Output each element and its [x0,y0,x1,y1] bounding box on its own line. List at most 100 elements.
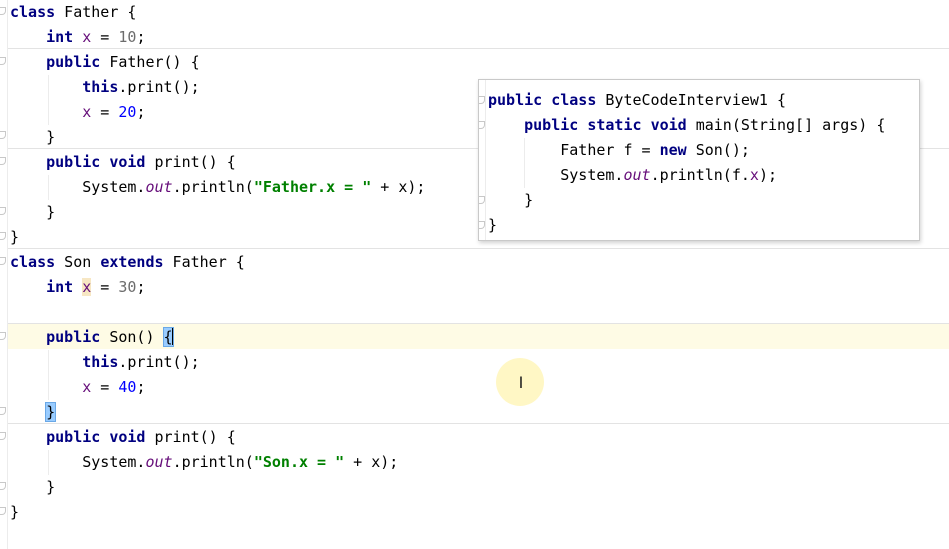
code-line[interactable]: class Son extends Father { [10,250,245,275]
keyword: this [82,78,119,96]
code-line[interactable]: } [488,213,497,238]
code-text: } [46,128,56,146]
code-line[interactable]: } [10,225,19,250]
keyword: new [659,141,687,159]
field-name: x [82,378,92,396]
string-literal: "Father.x = " [253,178,372,196]
code-line[interactable]: public void print() { [10,150,236,175]
keyword: static [587,116,642,134]
code-line[interactable]: } [10,475,55,500]
field-name: x [82,103,92,121]
number-literal: 30 [118,278,137,296]
keyword: this [82,353,119,371]
static-field: out [145,453,173,471]
code-text: Son() [100,328,164,346]
matched-brace: } [45,402,57,422]
code-text: ; [136,378,146,396]
code-text: Father { [163,253,245,271]
code-line[interactable]: x = 20; [10,100,145,125]
code-text: .print(); [118,353,200,371]
field-name-highlighted: x [82,278,92,296]
keyword: public [524,116,579,134]
code-text: = [91,378,119,396]
keyword: class [10,253,56,271]
code-line[interactable]: public class ByteCodeInterview1 { [488,88,786,113]
code-line[interactable]: } [488,188,533,213]
code-text: .println( [172,453,254,471]
code-line[interactable]: System.out.println("Son.x = " + x); [10,450,398,475]
code-text: ByteCodeInterview1 { [596,91,787,109]
keyword: public [46,153,101,171]
number-literal: 40 [118,378,137,396]
code-line[interactable]: } [10,125,55,150]
editor-gutter [0,0,8,549]
field-name: x [82,28,92,46]
code-line[interactable]: Father f = new Son(); [488,138,750,163]
code-text: = [91,103,119,121]
code-text: Son(); [686,141,750,159]
code-line[interactable]: this.print(); [10,350,200,375]
number-literal: 10 [118,28,137,46]
code-line[interactable]: class Father { [10,0,136,25]
code-preview-popup[interactable]: public class ByteCodeInterview1 { public… [478,79,920,241]
keyword: public [46,428,101,446]
code-line[interactable]: System.out.println(f.x); [488,163,777,188]
text-caret [171,328,173,345]
code-text: main(String[] args) { [686,116,886,134]
code-text: } [46,478,56,496]
keyword: class [551,91,597,109]
code-line[interactable]: System.out.println("Father.x = " + x); [10,175,425,200]
code-text: .print(); [118,78,200,96]
code-line[interactable]: int x = 10; [10,25,145,50]
field-name: x [749,166,759,184]
code-text: + x); [371,178,426,196]
code-text: .println(f. [650,166,750,184]
keyword: public [488,91,543,109]
code-text: + x); [344,453,399,471]
code-text: = [91,28,119,46]
method-separator [8,248,949,249]
code-text: ; [136,278,146,296]
code-line[interactable]: public Father() { [10,50,200,75]
code-line[interactable]: this.print(); [10,75,200,100]
code-line[interactable]: int x = 30; [10,275,145,300]
code-text: System. [82,453,146,471]
keyword: int [46,278,74,296]
code-text: System. [82,178,146,196]
string-literal: "Son.x = " [253,453,345,471]
keyword: void [109,153,146,171]
code-text: ; [136,103,146,121]
keyword: void [650,116,687,134]
code-line[interactable]: } [10,200,55,225]
keyword: public [46,328,101,346]
static-field: out [145,178,173,196]
keyword: int [46,28,74,46]
code-line[interactable]: x = 40; [10,375,145,400]
code-text: } [488,216,498,234]
popup-gutter [479,80,486,240]
method-separator [8,423,949,424]
code-text: Son [55,253,101,271]
code-line[interactable]: public static void main(String[] args) { [488,113,885,138]
code-text: ); [758,166,777,184]
code-text: print() { [145,153,236,171]
code-text: } [524,191,534,209]
code-line[interactable]: public Son() { [10,325,174,350]
code-text: .println( [172,178,254,196]
code-text: print() { [145,428,236,446]
keyword: public [46,53,101,71]
number-literal: 20 [118,103,137,121]
code-line[interactable]: } [10,400,57,425]
code-line[interactable]: } [10,500,19,525]
code-text: ; [136,28,146,46]
code-editor[interactable]: class Father { int x = 10; public Father… [0,0,949,549]
ibeam-cursor-icon: I [518,373,524,392]
code-line[interactable]: public void print() { [10,425,236,450]
